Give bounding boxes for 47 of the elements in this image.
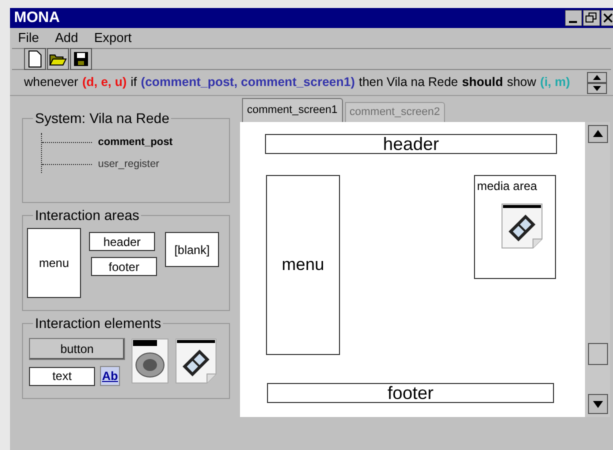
menu-item[interactable]: File <box>18 28 39 48</box>
footer-area[interactable]: footer <box>267 383 554 403</box>
area-tile[interactable]: header <box>89 232 155 251</box>
film-file-icon[interactable] <box>175 338 217 384</box>
area-tile[interactable]: menu <box>27 228 81 298</box>
text-element[interactable]: text <box>29 366 95 386</box>
menu-area[interactable]: menu <box>266 175 340 355</box>
rule-text: (i, m) <box>540 74 570 92</box>
close-icon[interactable] <box>601 10 613 26</box>
rule-text: show <box>506 74 536 92</box>
rule-text: whenever <box>24 74 78 92</box>
speaker-file-icon[interactable] <box>131 338 169 384</box>
panel-title: System: Vila na Rede <box>33 110 172 126</box>
tree-item[interactable]: comment_post <box>98 135 173 151</box>
scroll-thumb[interactable] <box>588 342 608 364</box>
area-label: menu <box>282 254 324 276</box>
scroll-up-icon[interactable] <box>588 125 608 143</box>
panel-title: Interaction areas <box>33 207 142 223</box>
area-label: footer <box>387 384 434 402</box>
menu-item[interactable]: Export <box>94 28 132 48</box>
area-tile[interactable]: [blank] <box>165 232 219 267</box>
rule-text: then Vila na Rede <box>358 74 458 92</box>
area-label: header <box>382 135 440 153</box>
header-area[interactable]: header <box>265 134 557 154</box>
film-file-icon <box>501 203 543 249</box>
scroll-down-icon[interactable] <box>587 82 607 94</box>
tab[interactable]: comment_screen1 <box>242 98 342 122</box>
media-area[interactable]: media area <box>474 175 556 279</box>
scroll-down-icon[interactable] <box>588 394 608 414</box>
window-title: MONA <box>14 8 60 28</box>
minimize-icon[interactable] <box>565 10 582 26</box>
rule-text: should <box>462 74 503 92</box>
restore-icon[interactable] <box>583 10 600 26</box>
button-element[interactable]: button <box>29 338 125 360</box>
save-icon[interactable] <box>70 48 92 70</box>
menu-item[interactable]: Add <box>54 28 78 48</box>
rule-text: (comment_post, comment_screen1) <box>140 74 355 92</box>
panel-title: Interaction elements <box>33 315 164 331</box>
area-label: media area <box>477 178 538 195</box>
rule-text: if <box>130 74 137 92</box>
area-tile[interactable]: footer <box>91 257 157 276</box>
text-label-element[interactable]: Ab <box>100 366 120 386</box>
new-file-icon[interactable] <box>24 48 46 70</box>
rule-text: (d, e, u) <box>82 74 127 92</box>
tree-item[interactable]: user_register <box>98 156 160 172</box>
open-folder-icon[interactable] <box>47 48 69 70</box>
scroll-up-icon[interactable] <box>587 72 607 82</box>
